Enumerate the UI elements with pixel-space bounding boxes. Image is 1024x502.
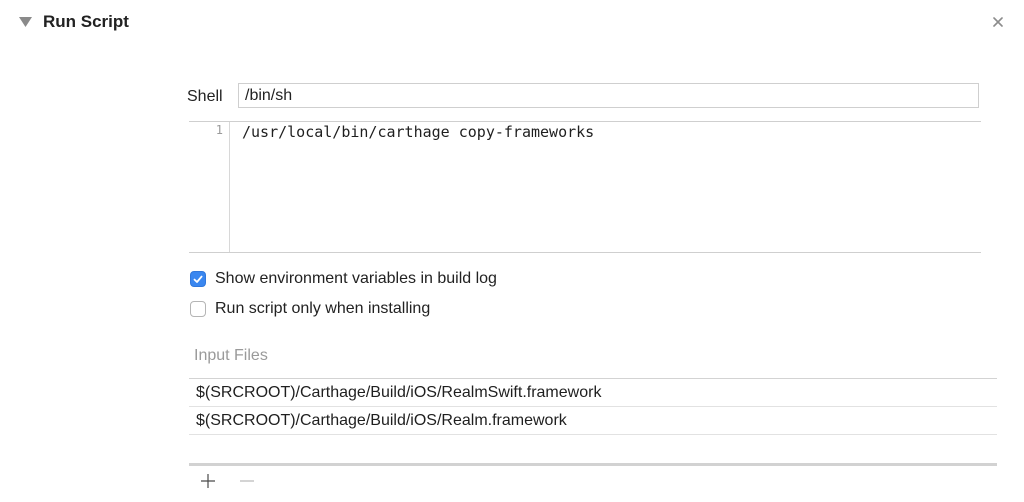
show-env-vars-option[interactable]: Show environment variables in build log	[190, 270, 497, 288]
list-item[interactable]: $(SRCROOT)/Carthage/Build/iOS/RealmSwift…	[189, 379, 997, 407]
install-only-label: Run script only when installing	[215, 300, 431, 317]
disclosure-triangle-down-icon[interactable]	[17, 14, 33, 30]
show-env-vars-checkbox[interactable]	[190, 271, 206, 287]
minus-icon[interactable]	[236, 470, 258, 492]
script-editor[interactable]: 1 /usr/local/bin/carthage copy-framework…	[189, 121, 981, 253]
checkmark-icon	[193, 275, 203, 283]
shell-field[interactable]	[238, 83, 979, 108]
plus-icon[interactable]	[197, 470, 219, 492]
show-env-vars-label: Show environment variables in build log	[215, 270, 497, 287]
close-icon[interactable]	[988, 12, 1008, 32]
input-files-title: Input Files	[194, 347, 268, 364]
phase-title: Run Script	[43, 12, 129, 31]
install-only-option[interactable]: Run script only when installing	[190, 300, 430, 318]
shell-label: Shell	[187, 88, 223, 105]
script-line[interactable]: /usr/local/bin/carthage copy-frameworks	[242, 123, 594, 141]
line-number-gutter: 1	[189, 122, 230, 252]
input-files-list: $(SRCROOT)/Carthage/Build/iOS/RealmSwift…	[189, 378, 997, 435]
list-item[interactable]: $(SRCROOT)/Carthage/Build/iOS/Realm.fram…	[189, 407, 997, 435]
install-only-checkbox[interactable]	[190, 301, 206, 317]
list-bottom-divider	[189, 463, 997, 466]
line-number: 1	[215, 123, 223, 137]
